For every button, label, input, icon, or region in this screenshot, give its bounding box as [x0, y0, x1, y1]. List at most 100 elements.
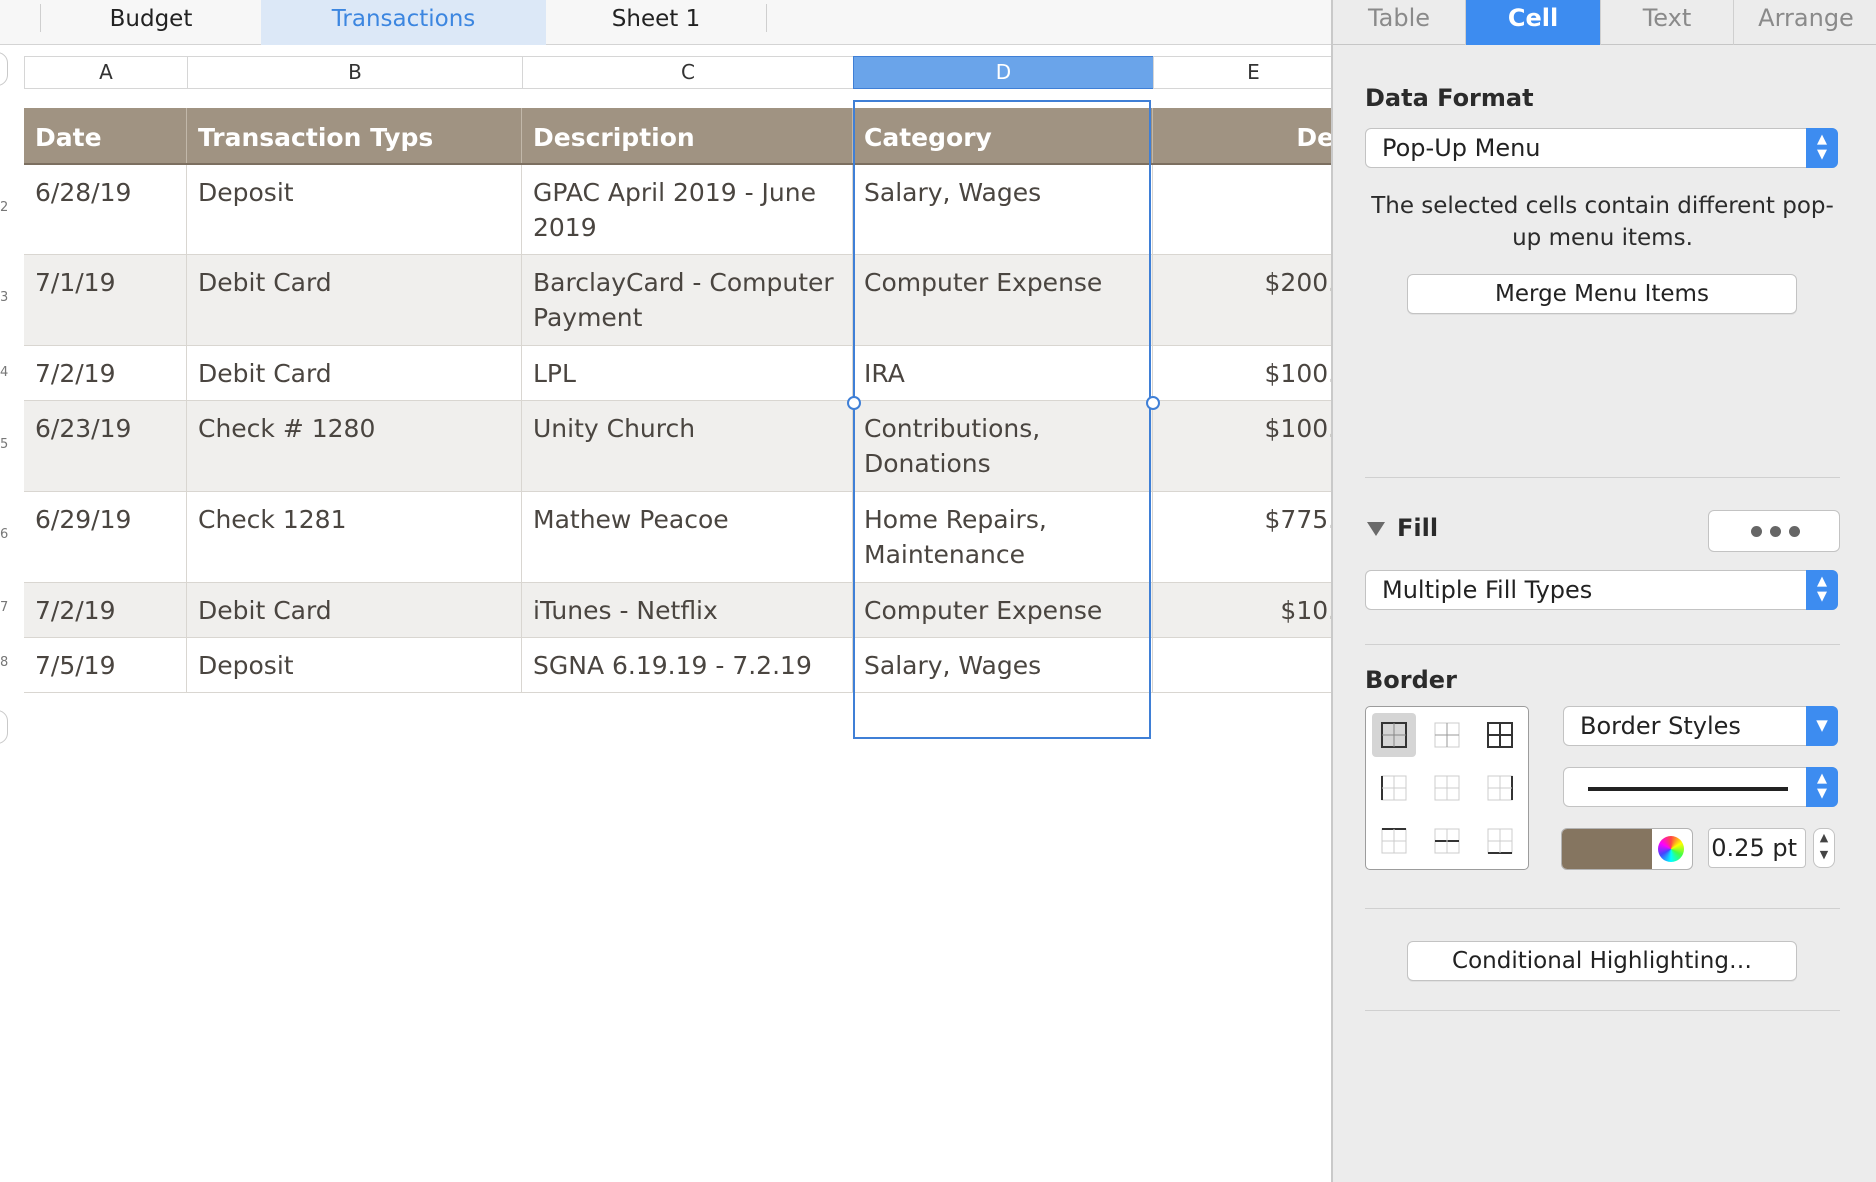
- table-cell[interactable]: Deposit: [187, 638, 522, 692]
- table-cell[interactable]: Debit Card: [187, 583, 522, 637]
- header-cell[interactable]: Description: [522, 108, 853, 163]
- column-header-b[interactable]: B: [187, 56, 522, 89]
- solid-line-icon: [1588, 787, 1788, 791]
- border-vertical-icon[interactable]: [1425, 766, 1469, 810]
- tab-cell[interactable]: Cell: [1466, 0, 1601, 45]
- data-format-note: The selected cells contain different pop…: [1371, 193, 1834, 251]
- column-header-c[interactable]: C: [522, 56, 853, 89]
- border-left-icon[interactable]: [1372, 766, 1416, 810]
- fill-options-button[interactable]: [1708, 510, 1840, 552]
- conditional-highlighting-button[interactable]: Conditional Highlighting…: [1407, 941, 1797, 981]
- sheet-tab-sheet-1[interactable]: Sheet 1: [546, 0, 766, 45]
- table-row: 6/28/19 Deposit GPAC April 2019 - June 2…: [24, 165, 1331, 255]
- border-styles-popup[interactable]: Border Styles ▼: [1563, 706, 1838, 746]
- sheet-tab-bar: Budget Transactions Sheet 1: [0, 0, 1331, 45]
- table-row: 6/23/19 Check # 1280 Unity Church Contri…: [24, 401, 1331, 492]
- table-cell[interactable]: 6/29/19: [24, 492, 187, 582]
- row-number: 5: [0, 437, 9, 452]
- table-cell[interactable]: Deposit: [187, 165, 522, 254]
- border-right-icon[interactable]: [1478, 766, 1522, 810]
- table-cell[interactable]: Mathew Peacoe: [522, 492, 853, 582]
- table-cell[interactable]: 7/5/19: [24, 638, 187, 692]
- table-cell[interactable]: Unity Church: [522, 401, 853, 491]
- table-cell[interactable]: [1153, 165, 1331, 254]
- row-number: 2: [0, 200, 9, 215]
- border-color-swatch[interactable]: [1562, 829, 1652, 869]
- divider: [1365, 1010, 1840, 1011]
- table-handle-bottom[interactable]: [0, 710, 8, 744]
- column-header-e[interactable]: E: [1153, 56, 1331, 89]
- table-cell[interactable]: 7/2/19: [24, 583, 187, 637]
- selection-resize-handle[interactable]: [847, 396, 861, 410]
- sheet-tab-transactions[interactable]: Transactions: [261, 0, 546, 45]
- table-cell[interactable]: Salary, Wages: [853, 638, 1153, 692]
- table-cell[interactable]: Home Repairs, Maintenance: [853, 492, 1153, 582]
- tab-arrange[interactable]: Arrange: [1734, 0, 1876, 45]
- selection-resize-handle[interactable]: [1146, 396, 1160, 410]
- border-width-field[interactable]: 0.25 pt: [1708, 828, 1806, 868]
- sheet-tab-budget[interactable]: Budget: [41, 0, 261, 45]
- border-styles-value: Border Styles: [1580, 712, 1741, 740]
- table-cell[interactable]: $100.0: [1153, 346, 1331, 400]
- table-cell[interactable]: 6/23/19: [24, 401, 187, 491]
- popup-arrows-icon: ▲ ▼: [1806, 767, 1838, 807]
- popup-arrows-icon: ▲ ▼: [1806, 128, 1838, 168]
- table-cell[interactable]: Debit Card: [187, 346, 522, 400]
- column-header-d[interactable]: D: [853, 56, 1153, 89]
- table-cell[interactable]: [1153, 638, 1331, 692]
- row-number: 7: [0, 600, 9, 615]
- header-cell[interactable]: Date: [24, 108, 187, 163]
- border-all-icon[interactable]: [1372, 713, 1416, 757]
- table-cell[interactable]: Check # 1280: [187, 401, 522, 491]
- merge-menu-items-button[interactable]: Merge Menu Items: [1407, 274, 1797, 314]
- color-wheel-icon[interactable]: [1658, 836, 1684, 862]
- table-cell[interactable]: GPAC April 2019 - June 2019: [522, 165, 853, 254]
- table-cell[interactable]: Computer Expense: [853, 255, 1153, 345]
- header-cell[interactable]: Transaction Typs: [187, 108, 522, 163]
- divider: [1365, 908, 1840, 909]
- border-color-well[interactable]: [1561, 828, 1693, 870]
- chevron-down-icon: ▼: [1806, 706, 1838, 746]
- table-cell[interactable]: 7/1/19: [24, 255, 187, 345]
- table-cell[interactable]: Salary, Wages: [853, 165, 1153, 254]
- inspector-tabs: Table Cell Text Arrange: [1333, 0, 1876, 45]
- table-cell[interactable]: IRA: [853, 346, 1153, 400]
- tab-table[interactable]: Table: [1333, 0, 1466, 45]
- table-cell[interactable]: BarclayCard - Computer Payment: [522, 255, 853, 345]
- format-inspector: Table Cell Text Arrange Data Format Pop-…: [1331, 0, 1876, 1182]
- border-top-icon[interactable]: [1372, 819, 1416, 863]
- table-cell[interactable]: $10.9: [1153, 583, 1331, 637]
- border-bottom-icon[interactable]: [1478, 819, 1522, 863]
- table-cell[interactable]: $200.0: [1153, 255, 1331, 345]
- fill-type-popup[interactable]: Multiple Fill Types ▲ ▼: [1365, 570, 1838, 610]
- border-horizontal-icon[interactable]: [1425, 819, 1469, 863]
- table-cell[interactable]: SGNA 6.19.19 - 7.2.19: [522, 638, 853, 692]
- sheet-canvas[interactable]: 2 3 4 5 6 7 8 A B C D E Date Transaction…: [0, 45, 1331, 1182]
- table-cell[interactable]: 7/2/19: [24, 346, 187, 400]
- table-cell[interactable]: $775.0: [1153, 492, 1331, 582]
- table-cell[interactable]: $100.0: [1153, 401, 1331, 491]
- dot-icon: [1751, 526, 1762, 537]
- table-cell[interactable]: Contributions, Donations: [853, 401, 1153, 491]
- border-position-grid: [1365, 706, 1529, 870]
- header-cell[interactable]: Category: [853, 108, 1153, 163]
- data-format-popup[interactable]: Pop-Up Menu ▲ ▼: [1365, 128, 1838, 168]
- table-row: 6/29/19 Check 1281 Mathew Peacoe Home Re…: [24, 492, 1331, 583]
- column-header-a[interactable]: A: [24, 56, 187, 89]
- table-cell[interactable]: Check 1281: [187, 492, 522, 582]
- disclosure-triangle-icon[interactable]: [1367, 522, 1385, 536]
- table-cell[interactable]: iTunes - Netflix: [522, 583, 853, 637]
- border-outside-grid-icon[interactable]: [1478, 713, 1522, 757]
- table-cell[interactable]: LPL: [522, 346, 853, 400]
- table-handle-top[interactable]: [0, 52, 8, 86]
- table-cell[interactable]: Debit Card: [187, 255, 522, 345]
- tab-text[interactable]: Text: [1601, 0, 1734, 45]
- table-cell[interactable]: 6/28/19: [24, 165, 187, 254]
- border-inside-icon[interactable]: [1425, 713, 1469, 757]
- line-style-popup[interactable]: ▲ ▼: [1563, 767, 1838, 807]
- border-width-stepper[interactable]: ▲ ▼: [1813, 828, 1835, 868]
- row-number: 3: [0, 290, 9, 305]
- table-cell[interactable]: Computer Expense: [853, 583, 1153, 637]
- header-cell[interactable]: Deb: [1153, 108, 1331, 163]
- fill-type-value: Multiple Fill Types: [1382, 576, 1593, 604]
